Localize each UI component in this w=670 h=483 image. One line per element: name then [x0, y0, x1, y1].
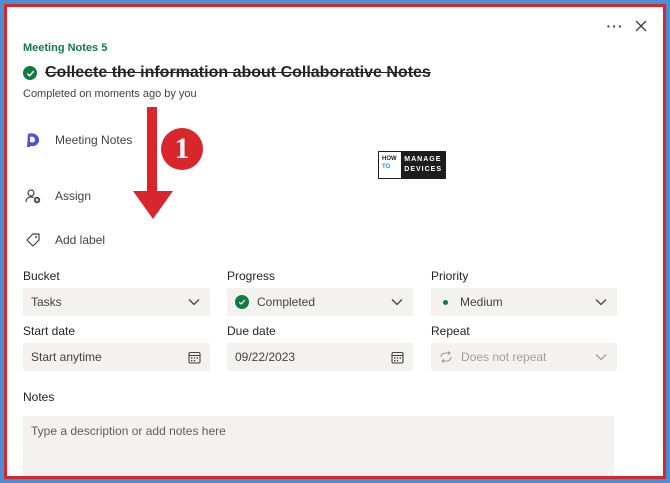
- assign-label[interactable]: Assign: [55, 189, 91, 203]
- close-button[interactable]: [630, 15, 652, 37]
- due-date-picker[interactable]: 09/22/2023: [227, 343, 413, 371]
- start-date-placeholder: Start anytime: [31, 350, 102, 364]
- repeat-dropdown[interactable]: Does not repeat: [431, 343, 617, 371]
- completed-check-icon: [235, 295, 249, 309]
- start-date-label: Start date: [23, 324, 76, 338]
- progress-label: Progress: [227, 269, 276, 283]
- chevron-down-icon: [593, 298, 609, 306]
- add-label-row[interactable]: Add label: [23, 230, 105, 250]
- loop-component-row[interactable]: Meeting Notes: [23, 130, 132, 150]
- logo-devices: DEVICES: [404, 166, 442, 173]
- add-label-text[interactable]: Add label: [55, 233, 105, 247]
- priority-label: Priority: [431, 269, 469, 283]
- close-icon: [635, 20, 647, 32]
- add-person-icon: [23, 186, 43, 206]
- notes-placeholder: Type a description or add notes here: [31, 424, 226, 438]
- loop-app-icon: [23, 130, 43, 150]
- repeat-label: Repeat: [431, 324, 470, 338]
- chevron-down-icon: [593, 353, 609, 361]
- task-details-panel: ··· Meeting Notes 5 Collecte the informa…: [4, 4, 666, 479]
- priority-value: Medium: [460, 295, 503, 309]
- due-date-value: 09/22/2023: [235, 350, 296, 364]
- calendar-icon[interactable]: [389, 351, 405, 364]
- bucket-label: Bucket: [23, 269, 60, 283]
- plan-name-link[interactable]: Meeting Notes 5: [23, 42, 107, 54]
- progress-dropdown[interactable]: Completed: [227, 288, 413, 316]
- howtomanagedevices-logo: HOW TO MANAGE DEVICES: [378, 151, 446, 179]
- chevron-down-icon: [186, 298, 202, 306]
- notes-label: Notes: [23, 390, 55, 404]
- more-horizontal-icon: ···: [606, 18, 624, 34]
- task-title-row: Collecte the information about Collabora…: [23, 64, 431, 82]
- completed-check-icon[interactable]: [23, 66, 37, 80]
- bucket-dropdown[interactable]: Tasks: [23, 288, 210, 316]
- start-date-picker[interactable]: Start anytime: [23, 343, 210, 371]
- bucket-value: Tasks: [31, 295, 62, 309]
- notes-textarea[interactable]: Type a description or add notes here: [23, 416, 614, 476]
- repeat-icon: [439, 351, 453, 363]
- logo-manage: MANAGE: [404, 156, 442, 163]
- logo-how: HOW: [382, 156, 397, 162]
- progress-value: Completed: [257, 295, 316, 309]
- calendar-icon[interactable]: [186, 351, 202, 364]
- more-options-button[interactable]: ···: [604, 15, 626, 37]
- logo-to: TO: [382, 164, 391, 170]
- assign-row[interactable]: Assign: [23, 186, 91, 206]
- repeat-value: Does not repeat: [461, 350, 547, 364]
- task-title[interactable]: Collecte the information about Collabora…: [45, 64, 431, 82]
- tag-icon: [23, 230, 43, 250]
- loop-link-label[interactable]: Meeting Notes: [55, 133, 132, 147]
- completed-status-text: Completed on moments ago by you: [23, 88, 197, 100]
- step-number-badge: 1: [161, 128, 203, 170]
- chevron-down-icon: [389, 298, 405, 306]
- due-date-label: Due date: [227, 324, 276, 338]
- priority-dropdown[interactable]: Medium: [431, 288, 617, 316]
- priority-dot-icon: [443, 299, 448, 305]
